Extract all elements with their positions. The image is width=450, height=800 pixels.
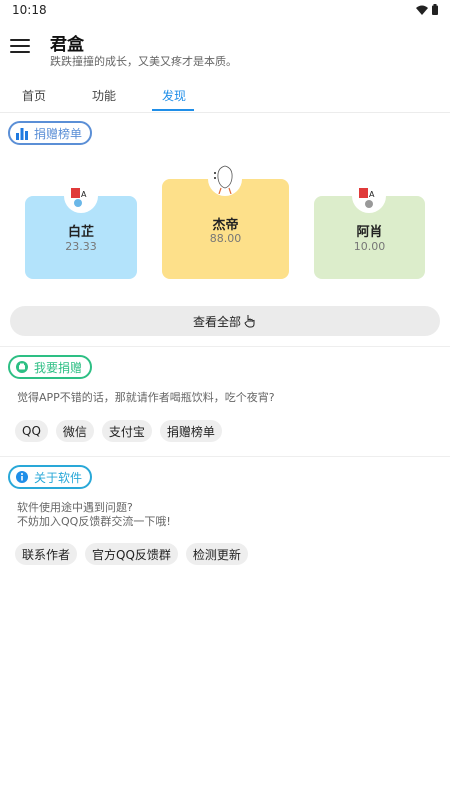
info-icon: [14, 469, 30, 485]
qq-feedback-group-button[interactable]: 官方QQ反馈群: [85, 543, 178, 565]
ranking-section-title: 捐赠榜单: [34, 126, 83, 141]
ranking-card-1[interactable]: 杰帝 88.00: [162, 162, 289, 279]
bar-chart-icon: [14, 125, 30, 141]
ranking-card-2[interactable]: A 白芷 23.33: [25, 179, 137, 279]
ranking-card-3[interactable]: A 阿肖 10.00: [314, 179, 425, 279]
section-divider: [0, 456, 450, 457]
about-description-line-2: 不妨加入QQ反馈群交流一下哦!: [17, 515, 171, 528]
donate-description: 觉得APP不错的话，那就请作者喝瓶饮料，吃个夜宵?: [17, 391, 275, 404]
donation-ranking-button[interactable]: 捐赠榜单: [159, 420, 222, 442]
ranking-name: 白芷: [67, 225, 94, 240]
donate-button-row: QQ 微信 支付宝 捐赠榜单: [15, 420, 222, 442]
wifi-icon: [416, 5, 428, 15]
alipay-button[interactable]: 支付宝: [101, 420, 152, 442]
qq-button[interactable]: QQ: [15, 420, 48, 442]
about-button-row: 联系作者 官方QQ反馈群 检测更新: [15, 543, 248, 565]
ranking-amount: 10.00: [353, 240, 386, 253]
about-section-title: 关于软件: [34, 470, 83, 485]
wechat-button[interactable]: 微信: [55, 420, 94, 442]
status-bar: 10:18: [0, 0, 450, 22]
ranking-name: 阿肖: [356, 225, 383, 240]
menu-icon[interactable]: [10, 38, 32, 56]
tab-bar: 首页 功能 发现: [0, 80, 450, 113]
app-title: 君盒: [50, 35, 84, 55]
avatar: A: [352, 179, 386, 213]
status-icons: [416, 4, 438, 15]
ranking-name: 杰帝: [212, 218, 239, 233]
ranking-section-header: 捐赠榜单: [8, 121, 93, 145]
status-time: 10:18: [12, 3, 47, 17]
app-bar: 君盒 跌跌撞撞的成长，又美又疼才是本质。: [0, 22, 450, 74]
battery-icon: [432, 4, 438, 15]
tab-home[interactable]: 首页: [22, 87, 46, 104]
contact-author-button[interactable]: 联系作者: [15, 543, 78, 565]
hand-pointer-icon: [244, 315, 255, 328]
active-tab-indicator: [152, 109, 194, 111]
section-divider: [0, 346, 450, 347]
wallet-icon: [14, 359, 30, 375]
donate-section-header: 我要捐赠: [8, 355, 93, 379]
svg-text:A: A: [81, 190, 87, 199]
tab-features[interactable]: 功能: [92, 87, 116, 104]
tab-discover[interactable]: 发现: [162, 87, 186, 104]
check-update-button[interactable]: 检测更新: [185, 543, 248, 565]
view-all-button[interactable]: 查看全部: [10, 306, 440, 336]
ranking-amount: 23.33: [65, 240, 97, 253]
avatar: [208, 162, 242, 196]
app-subtitle: 跌跌撞撞的成长，又美又疼才是本质。: [50, 55, 237, 68]
avatar: A: [64, 179, 98, 213]
about-section-header: 关于软件: [8, 465, 93, 489]
donate-section-title: 我要捐赠: [34, 360, 83, 375]
ranking-amount: 88.00: [209, 232, 242, 245]
about-description-line-1: 软件使用途中遇到问题?: [17, 501, 133, 514]
view-all-label: 查看全部: [192, 314, 241, 329]
svg-text:A: A: [369, 190, 375, 199]
